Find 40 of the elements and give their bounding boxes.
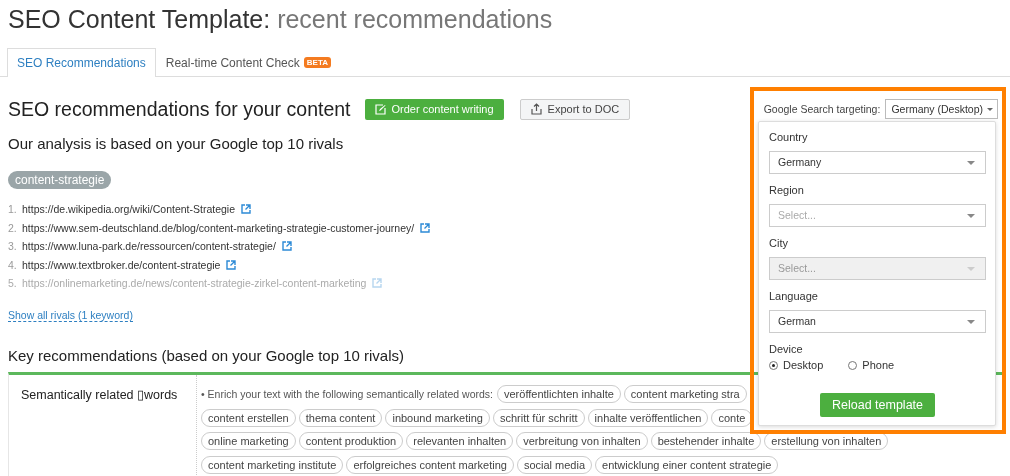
- external-link-icon[interactable]: [226, 259, 237, 270]
- field-label: City: [769, 236, 789, 251]
- beta-badge: BETA: [303, 57, 331, 68]
- field-label: Country: [769, 130, 809, 145]
- row-label: Semantically related ▯words: [21, 387, 178, 402]
- edit-icon: [374, 103, 386, 115]
- field-label: Language: [769, 289, 819, 304]
- section-heading: SEO recommendations for your content: [8, 97, 351, 121]
- tab[interactable]: Real-time Content Check BETA: [155, 48, 341, 76]
- field-label: Region: [769, 183, 805, 198]
- page-subtitle: recent recommendations: [277, 5, 553, 33]
- export-button[interactable]: Export to DOC: [519, 98, 631, 120]
- rival-url: https://www.sem-deutschland.de/blog/content-marketing-strategie-customer-journey/: [22, 221, 415, 234]
- list-number: 1.: [8, 203, 18, 216]
- select-field[interactable]: German: [769, 310, 986, 333]
- targeting-dropdown[interactable]: Germany (Desktop): [885, 99, 998, 119]
- field-label: Device: [769, 342, 804, 357]
- external-link-icon[interactable]: [281, 241, 292, 252]
- analysis-heading: Our analysis is based on your Google top 10 rivals: [8, 135, 344, 152]
- show-all-link[interactable]: Show all rivals (1 keyword): [8, 308, 133, 322]
- page-title: SEO Content Template:: [8, 5, 271, 33]
- radio-option[interactable]: Desktop: [769, 359, 824, 371]
- keyword-tag: content-strategie: [8, 171, 112, 189]
- list-number: 5.: [8, 277, 18, 290]
- key-heading: Key recommendations (based on your Google top 10 rivals): [8, 346, 405, 364]
- external-link-icon[interactable]: [420, 222, 431, 233]
- upload-icon: [530, 103, 542, 115]
- external-link-icon[interactable]: [241, 204, 252, 215]
- rival-url: https://www.luna-park.de/ressourcen/content-strategie/: [22, 240, 276, 253]
- rival-url: https://www.textbroker.de/content-strategie: [22, 258, 221, 271]
- list-number: 2.: [8, 221, 18, 234]
- list-number: 4.: [8, 258, 18, 271]
- list-number: 3.: [8, 240, 18, 253]
- recommendation-text: • Enrich your text with the following semantically related words:: [201, 388, 493, 401]
- tab[interactable]: SEO Recommendations: [7, 48, 156, 77]
- radio-option[interactable]: Phone: [848, 359, 895, 371]
- rival-url: https://de.wikipedia.org/wiki/Content-Strategie: [22, 203, 236, 216]
- select-field[interactable]: Germany: [769, 151, 986, 174]
- rival-url: https://onlinemarketing.de/news/content-strategie-zirkel-content-marketing: [22, 277, 367, 290]
- targeting-label: Google Search targeting:: [763, 103, 881, 115]
